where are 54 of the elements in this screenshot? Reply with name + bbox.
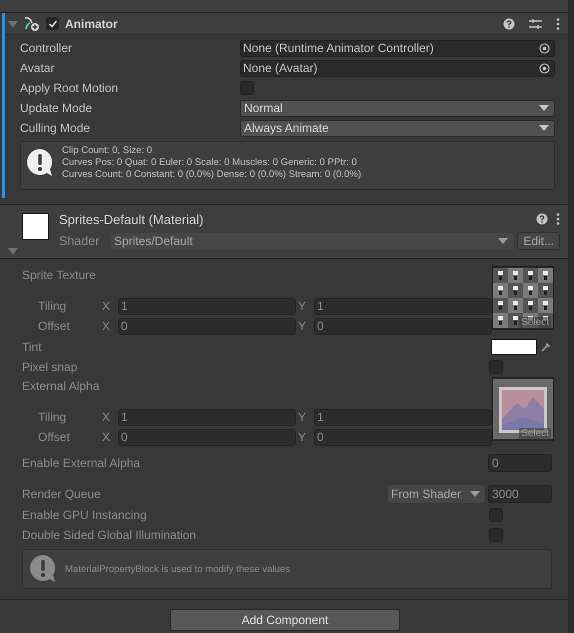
help-icon[interactable] <box>536 213 548 225</box>
material-title: Sprites-Default (Material) <box>59 212 204 226</box>
property-label: Avatar <box>20 61 56 75</box>
more-icon[interactable] <box>556 18 560 30</box>
presets-icon[interactable] <box>529 18 542 30</box>
property-label: Controller <box>20 41 74 55</box>
dropdown[interactable]: Normal <box>240 100 555 116</box>
object-picker-icon[interactable] <box>539 62 550 74</box>
property-label: Offset <box>38 430 71 444</box>
info-text: Curves Count: 0 Constant: 0 (0.0%) Dense: 0 (0.0%) Stream: 0 (0.0%) <box>62 169 362 181</box>
axis-label: X <box>102 319 112 333</box>
axis-label: Y <box>298 299 308 313</box>
property-label: Enable External Alpha <box>22 456 142 470</box>
info-icon <box>26 148 54 178</box>
object-field[interactable]: None (Avatar) <box>240 60 555 76</box>
shader-label: Shader <box>59 234 100 248</box>
property-label: Offset <box>38 319 71 333</box>
info-text: Clip Count: 0, Size: 0 <box>62 145 154 157</box>
object-picker-icon[interactable] <box>539 42 550 54</box>
info-text: MaterialPropertyBlock is used to modify these values <box>65 564 290 574</box>
axis-label: Y <box>298 430 308 444</box>
caret-icon <box>470 491 480 497</box>
object-field[interactable]: None (Runtime Animator Controller) <box>240 40 555 56</box>
material-preview <box>22 213 49 240</box>
axis-label: X <box>102 299 112 313</box>
property-label: Tiling <box>38 410 68 424</box>
property-label: Culling Mode <box>20 121 92 135</box>
component-title: Animator <box>65 16 118 30</box>
info-text: Curves Pos: 0 Quat: 0 Euler: 0 Scale: 0 Muscles: 0 Generic: 0 PPtr: 0 <box>62 157 358 169</box>
property-label: External Alpha <box>22 378 100 395</box>
dropdown[interactable]: Always Animate <box>240 120 555 136</box>
property-label: Apply Root Motion <box>20 81 120 95</box>
info-icon <box>29 554 57 584</box>
enabled-checkbox[interactable] <box>46 17 59 30</box>
animator-icon <box>24 16 40 32</box>
help-icon[interactable] <box>503 18 515 30</box>
axis-label: X <box>102 430 112 444</box>
property-label: Enable GPU Instancing <box>22 508 148 522</box>
axis-label: Y <box>298 410 308 424</box>
caret-icon <box>539 125 549 131</box>
property-label: Tint <box>22 340 43 354</box>
add-component-button[interactable]: Add Component <box>170 609 400 631</box>
axis-label: Y <box>298 319 308 333</box>
property-label: Pixel snap <box>22 360 78 374</box>
more-icon[interactable] <box>556 213 560 225</box>
property-label: Tiling <box>38 299 68 313</box>
property-label: Double Sided Global Illumination <box>22 528 198 542</box>
caret-icon <box>498 238 508 244</box>
property-label: Update Mode <box>20 101 94 115</box>
property-label: Render Queue <box>22 487 102 501</box>
caret-icon <box>539 105 549 111</box>
axis-label: X <box>102 410 112 424</box>
sprite-sheet-thumbnail <box>493 268 553 328</box>
property-label: Sprite Texture <box>22 267 97 284</box>
